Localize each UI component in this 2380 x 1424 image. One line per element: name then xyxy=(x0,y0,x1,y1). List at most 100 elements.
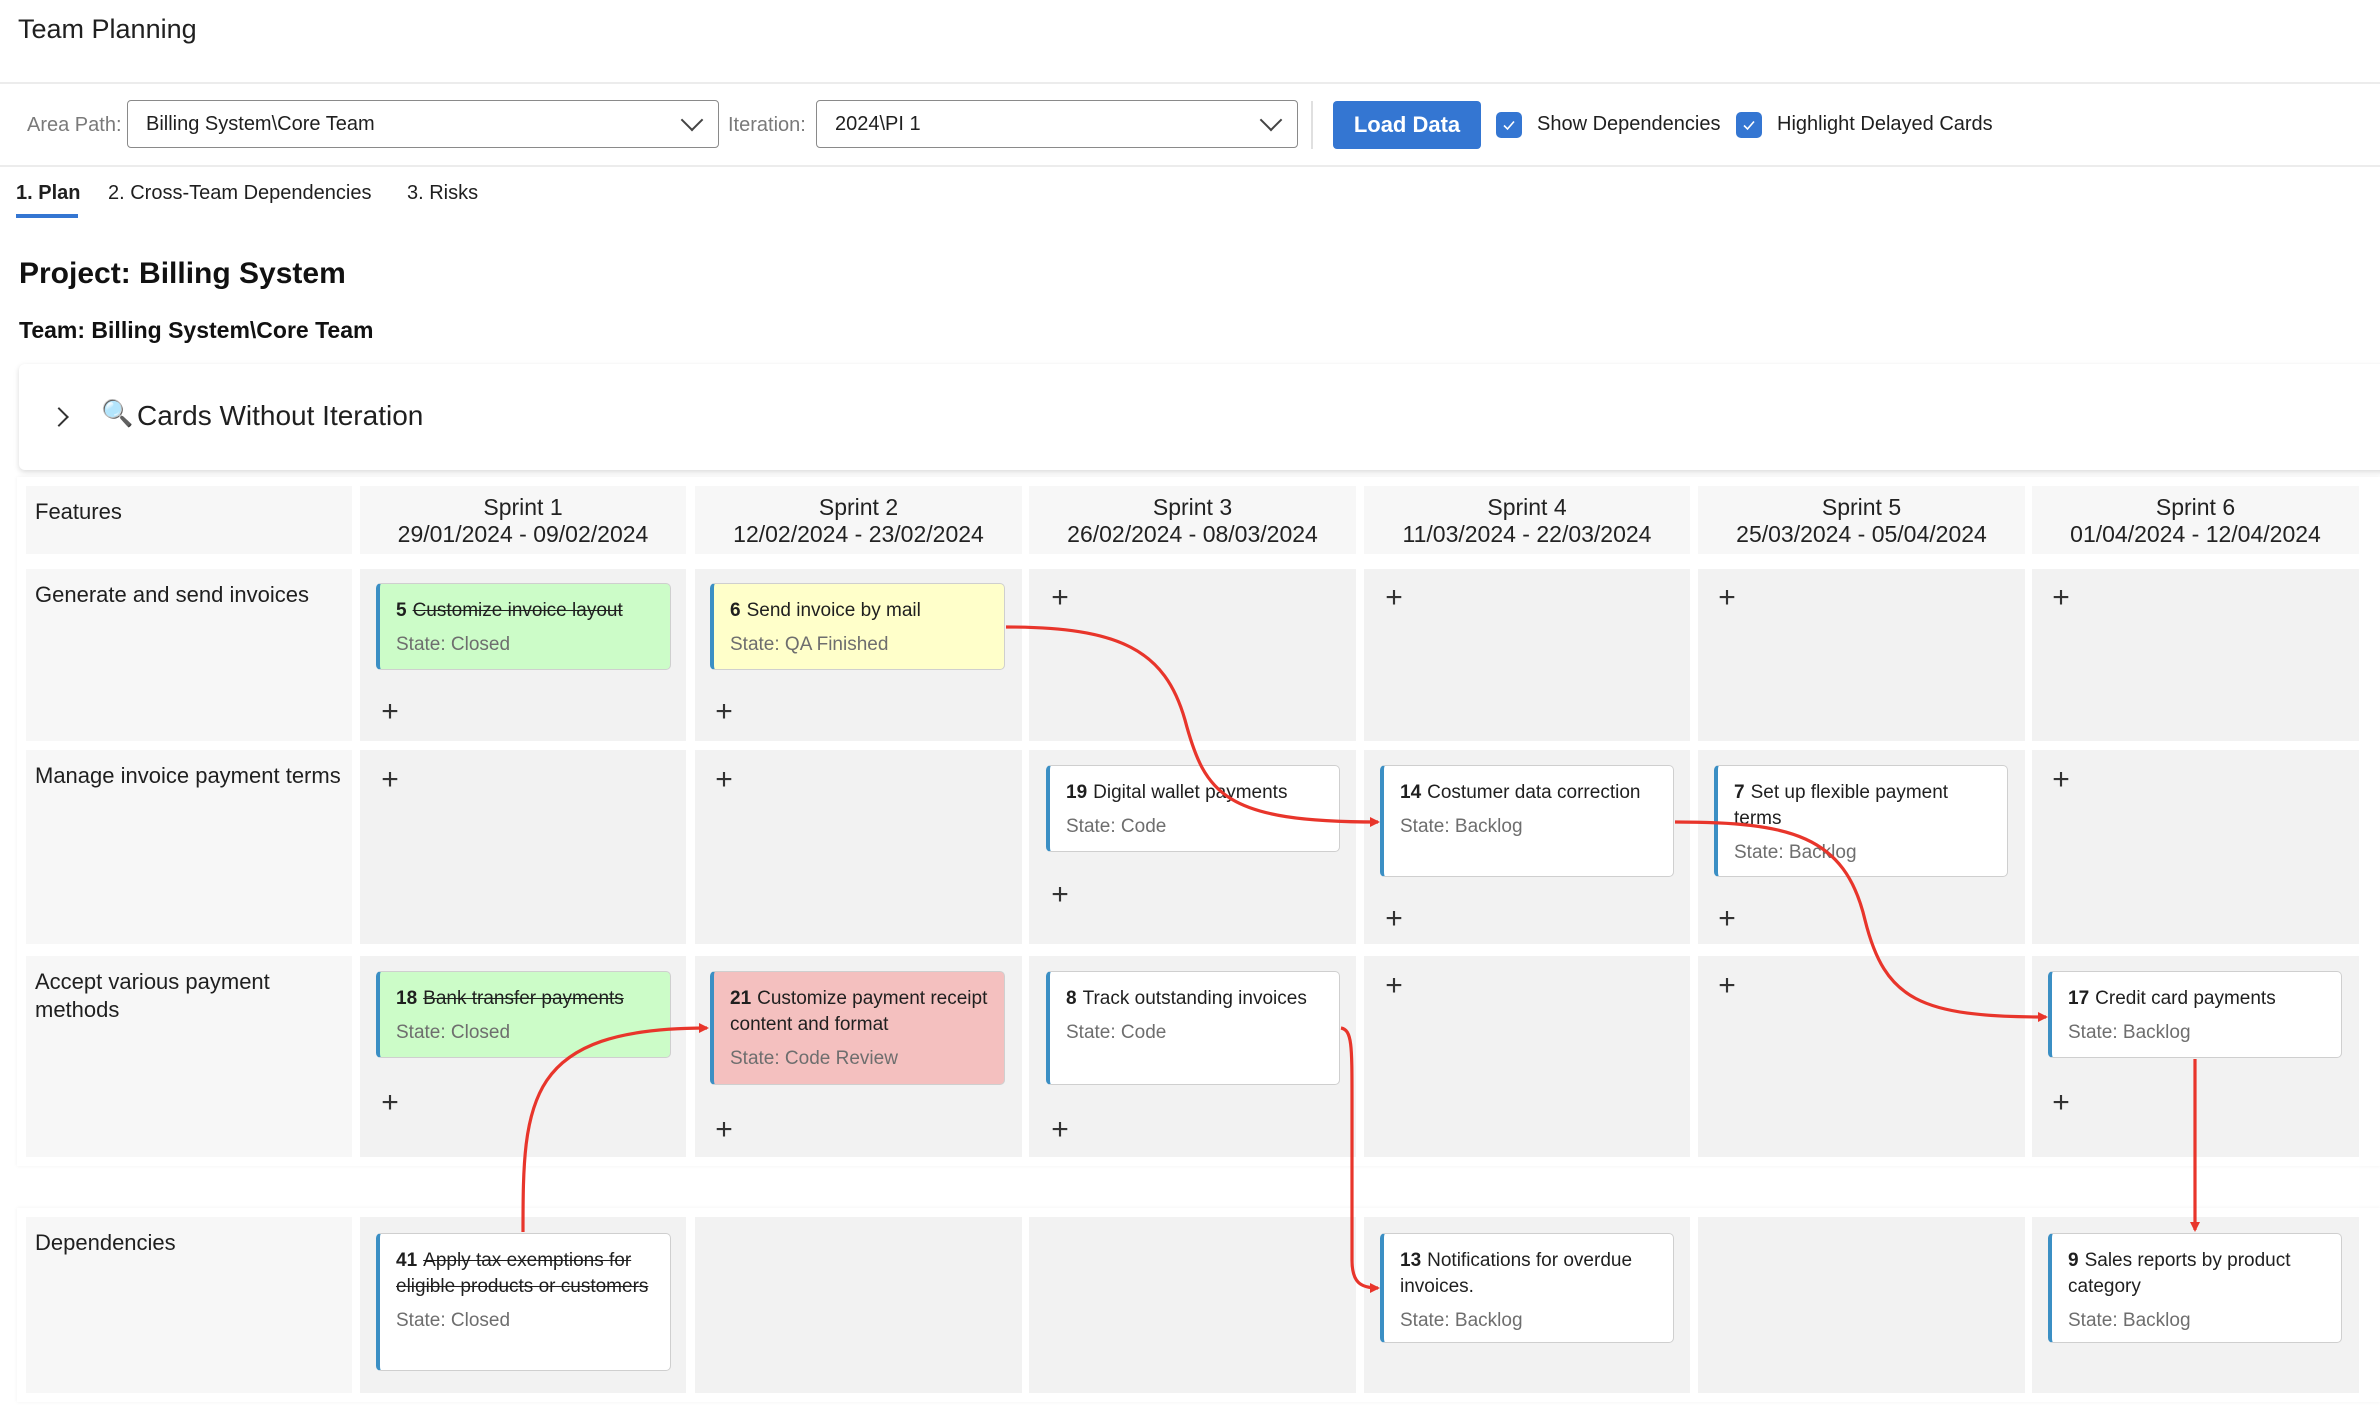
card-id: 41 xyxy=(396,1250,418,1271)
work-item-card[interactable]: 5 Customize invoice layout State: Closed xyxy=(376,583,671,670)
area-path-label: Area Path: xyxy=(27,114,122,136)
work-item-card[interactable]: 18 Bank transfer payments State: Closed xyxy=(376,971,671,1058)
card-title: Credit card payments xyxy=(2095,988,2276,1009)
card-id: 7 xyxy=(1734,782,1745,803)
iteration-select[interactable]: 2024\PI 1 xyxy=(816,100,1298,148)
add-card-button[interactable]: + xyxy=(377,1088,403,1118)
card-title-line: 21 Customize payment receipt content and … xyxy=(730,986,988,1038)
add-card-button[interactable]: + xyxy=(377,765,403,795)
card-id: 14 xyxy=(1400,782,1422,803)
add-card-button[interactable]: + xyxy=(2048,765,2074,795)
card-title: Customize payment receipt content and fo… xyxy=(730,988,988,1035)
team-heading: Team: Billing System\Core Team xyxy=(19,317,374,343)
feature-cell: Dependencies xyxy=(26,1217,352,1393)
work-item-card[interactable]: 19 Digital wallet payments State: Code xyxy=(1046,765,1340,852)
feature-cell: Accept various payment methods xyxy=(26,956,352,1157)
card-state: State: Closed xyxy=(396,1310,511,1331)
area-path-select[interactable]: Billing System\Core Team xyxy=(127,100,719,148)
chevron-right-icon[interactable] xyxy=(49,407,69,427)
show-dependencies-checkbox[interactable] xyxy=(1496,112,1522,138)
sprint-dates: 29/01/2024 - 09/02/2024 xyxy=(397,521,649,547)
sprint-name: Sprint 4 xyxy=(1487,494,1567,520)
work-item-card[interactable]: 6 Send invoice by mail State: QA Finished xyxy=(710,583,1005,670)
card-title-line: 14 Costumer data correction xyxy=(1400,780,1657,806)
work-item-card[interactable]: 7 Set up flexible payment terms State: Bac… xyxy=(1714,765,2008,877)
card-id: 5 xyxy=(396,600,407,621)
project-heading: Project: Billing System xyxy=(19,257,346,290)
show-dependencies-label[interactable]: Show Dependencies xyxy=(1537,113,1720,136)
card-title-line: 5 Customize invoice layout xyxy=(396,598,654,624)
sprint-header: Sprint 4 11/03/2024 - 22/03/2024 xyxy=(1364,486,1690,554)
add-card-button[interactable]: + xyxy=(1381,904,1407,934)
sprint-cell xyxy=(695,750,1022,944)
work-item-card[interactable]: 21 Customize payment receipt content and … xyxy=(710,971,1005,1085)
card-title: Bank transfer payments xyxy=(423,988,624,1009)
card-id: 13 xyxy=(1400,1250,1422,1271)
add-card-button[interactable]: + xyxy=(1381,971,1407,1001)
toolbar-separator xyxy=(1311,101,1313,149)
app-title: Team Planning xyxy=(18,14,197,44)
card-state: State: Backlog xyxy=(1734,842,1857,863)
card-id: 6 xyxy=(730,600,741,621)
work-item-card[interactable]: 17 Credit card payments State: Backlog xyxy=(2048,971,2342,1058)
sprint-cell xyxy=(1029,569,1356,741)
highlight-delayed-checkbox[interactable] xyxy=(1736,112,1762,138)
card-title: Apply tax exemptions for eligible produc… xyxy=(396,1250,649,1297)
add-card-button[interactable]: + xyxy=(1714,583,1740,613)
add-card-button[interactable]: + xyxy=(377,697,403,727)
iteration-value: 2024\PI 1 xyxy=(835,112,921,135)
active-tab-indicator xyxy=(16,214,78,218)
sprint-name: Sprint 2 xyxy=(818,494,899,520)
checkmark-icon xyxy=(1743,120,1755,131)
card-title-line: 8 Track outstanding invoices xyxy=(1066,986,1323,1012)
sprint-cell xyxy=(1364,956,1690,1157)
add-card-button[interactable]: + xyxy=(1047,583,1073,613)
sprint-header: Sprint 6 01/04/2024 - 12/04/2024 xyxy=(2032,486,2359,554)
card-state: State: Closed xyxy=(396,1022,511,1043)
card-title-line: 41 Apply tax exemptions for eligible prod… xyxy=(396,1248,654,1300)
highlight-delayed-label[interactable]: Highlight Delayed Cards xyxy=(1777,113,1993,136)
sprint-cell xyxy=(360,750,686,944)
add-card-button[interactable]: + xyxy=(1047,880,1073,910)
tab-cross-team-dependencies[interactable]: 2. Cross-Team Dependencies xyxy=(108,182,371,205)
card-state: State: Code Review xyxy=(730,1048,898,1069)
card-title: Send invoice by mail xyxy=(746,600,921,621)
add-card-button[interactable]: + xyxy=(2048,1088,2074,1118)
card-title: Notifications for overdue invoices. xyxy=(1400,1250,1633,1297)
sprint-cell xyxy=(2032,569,2359,741)
sprint-name: Sprint 5 xyxy=(1821,494,1902,520)
cards-without-iteration-panel[interactable]: 🔍 Cards Without Iteration xyxy=(19,364,2380,470)
add-card-button[interactable]: + xyxy=(1381,583,1407,613)
area-path-value: Billing System\Core Team xyxy=(146,112,375,135)
sprint-cell xyxy=(1029,1217,1356,1393)
work-item-card[interactable]: 14 Costumer data correction State: Backlog xyxy=(1380,765,1674,877)
sprint-name: Sprint 3 xyxy=(1152,494,1233,520)
card-title: Track outstanding invoices xyxy=(1082,988,1307,1009)
card-title-line: 7 Set up flexible payment terms xyxy=(1734,780,1991,832)
card-title-line: 6 Send invoice by mail xyxy=(730,598,988,624)
card-id: 17 xyxy=(2068,988,2090,1009)
add-card-button[interactable]: + xyxy=(711,697,737,727)
add-card-button[interactable]: + xyxy=(1714,904,1740,934)
card-id: 18 xyxy=(396,988,418,1009)
card-title-line: 19 Digital wallet payments xyxy=(1066,780,1323,806)
card-title: Sales reports by product category xyxy=(2068,1250,2291,1297)
card-id: 21 xyxy=(730,988,752,1009)
load-data-button[interactable]: Load Data xyxy=(1333,101,1481,149)
add-card-button[interactable]: + xyxy=(711,765,737,795)
tab-plan[interactable]: 1. Plan xyxy=(16,182,80,205)
add-card-button[interactable]: + xyxy=(711,1115,737,1145)
card-title-line: 17 Credit card payments xyxy=(2068,986,2325,1012)
cards-without-iteration-title[interactable]: Cards Without Iteration xyxy=(137,400,423,432)
tab-risks[interactable]: 3. Risks xyxy=(407,182,478,205)
work-item-card[interactable]: 41 Apply tax exemptions for eligible prod… xyxy=(376,1233,671,1371)
work-item-card[interactable]: 9 Sales reports by product category State:… xyxy=(2048,1233,2342,1343)
add-card-button[interactable]: + xyxy=(1047,1115,1073,1145)
card-title: Digital wallet payments xyxy=(1093,782,1288,803)
feature-cell: Generate and send invoices xyxy=(26,569,352,741)
add-card-button[interactable]: + xyxy=(2048,583,2074,613)
add-card-button[interactable]: + xyxy=(1714,971,1740,1001)
sprint-cell xyxy=(2032,750,2359,944)
work-item-card[interactable]: 13 Notifications for overdue invoices. Sta… xyxy=(1380,1233,1674,1343)
work-item-card[interactable]: 8 Track outstanding invoices State: Code xyxy=(1046,971,1340,1085)
